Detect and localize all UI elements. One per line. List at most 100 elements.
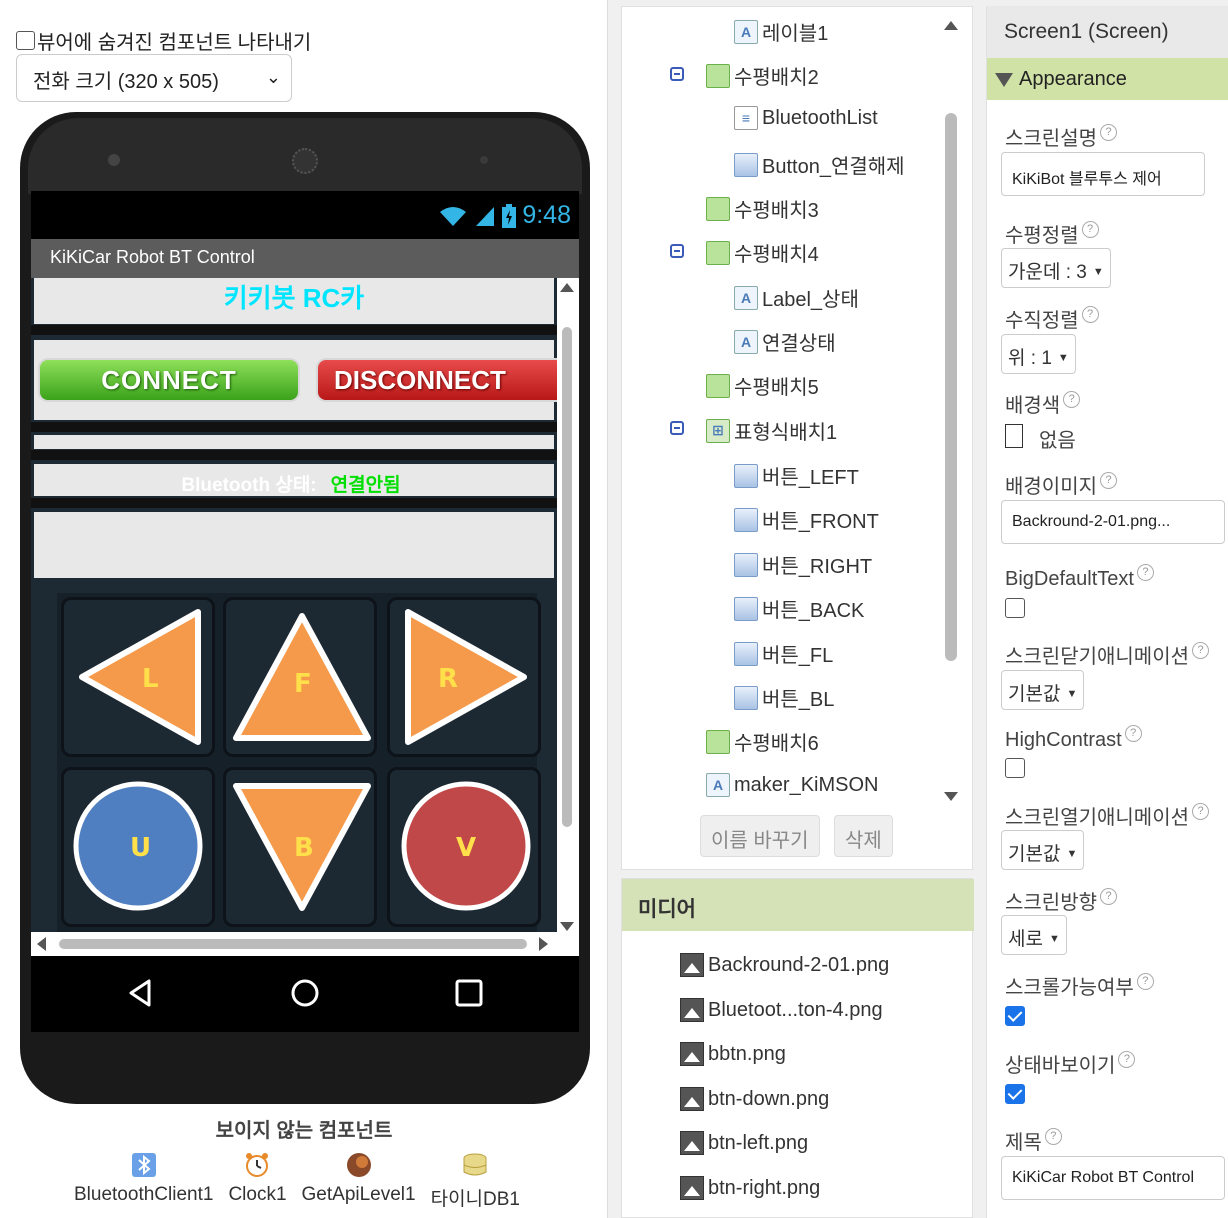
tree-item[interactable]: 버튼_FRONT — [734, 505, 879, 534]
tree-item[interactable]: 버튼_LEFT — [734, 461, 859, 490]
collapse-icon[interactable] — [670, 421, 684, 435]
tree-item[interactable]: 버튼_BL — [734, 683, 834, 712]
scroll-thumb[interactable] — [562, 327, 572, 827]
align-vertical-dropdown[interactable]: 위 : 1 ▼ — [1001, 334, 1076, 374]
tree-item[interactable]: A 레이블1 — [734, 17, 828, 46]
help-icon[interactable]: ? — [1063, 391, 1081, 408]
collapse-icon[interactable] — [670, 67, 684, 81]
v-button[interactable]: V — [387, 767, 541, 927]
tree-item[interactable]: 버튼_FL — [734, 639, 833, 668]
help-icon[interactable]: ? — [1081, 221, 1099, 238]
spacer-row — [34, 512, 554, 578]
tree-item[interactable]: 수평배치6 — [706, 727, 819, 756]
big-default-text-label: BigDefaultText? — [1005, 564, 1154, 591]
horizontal-scrollbar[interactable] — [31, 934, 579, 956]
tree-item[interactable]: Button_연결해제 — [734, 150, 905, 179]
tree-item[interactable]: ≡ BluetoothList — [734, 106, 878, 130]
right-button[interactable]: R — [387, 597, 541, 757]
scroll-down-icon[interactable] — [944, 792, 958, 801]
big-default-text-checkbox[interactable] — [1005, 598, 1025, 618]
close-animation-dropdown[interactable]: 기본값 ▼ — [1001, 670, 1085, 710]
left-button[interactable]: L — [61, 597, 215, 757]
nonvisible-component[interactable]: Clock1 — [228, 1152, 287, 1211]
help-icon[interactable]: ? — [1192, 803, 1209, 820]
api-level-icon — [346, 1153, 371, 1177]
help-icon[interactable]: ? — [1100, 888, 1117, 905]
show-status-bar-checkbox[interactable] — [1005, 1084, 1025, 1104]
help-icon[interactable]: ? — [1118, 1051, 1136, 1068]
back-button[interactable]: B — [223, 767, 377, 927]
scroll-up-icon[interactable] — [944, 21, 958, 30]
tree-item[interactable]: ⊞ 표형식배치1 — [706, 416, 837, 445]
scroll-thumb[interactable] — [945, 113, 957, 661]
bt-status-value: 연결안됨 — [330, 475, 401, 496]
tree-item[interactable]: A Label_상태 — [734, 283, 859, 312]
tree-item[interactable]: A 연결상태 — [734, 327, 836, 356]
tree-item[interactable]: Amaker_KiMSON — [706, 773, 878, 797]
help-icon[interactable]: ? — [1100, 472, 1117, 489]
collapse-icon[interactable] — [670, 244, 684, 258]
tree-item[interactable]: 수평배치2 — [706, 61, 819, 90]
tree-item[interactable]: 수평배치4 — [706, 238, 819, 267]
media-file-name: Bluetoot...ton-4.png — [708, 998, 883, 1021]
prop-label-text: 배경이미지 — [1005, 476, 1097, 498]
media-file[interactable]: btn-right.png — [680, 1176, 820, 1200]
tree-item[interactable]: 버튼_BACK — [734, 594, 864, 623]
disconnect-button[interactable]: DISCONNECT — [316, 358, 557, 402]
screen-orientation-dropdown[interactable]: 세로 ▼ — [1001, 915, 1067, 955]
u-button[interactable]: U — [61, 767, 215, 927]
help-icon[interactable]: ? — [1044, 1128, 1062, 1145]
prop-label-text: 스크린설명 — [1005, 128, 1097, 150]
background-image-label: 배경이미지? — [1005, 470, 1117, 499]
title-input[interactable]: KiKiCar Robot BT Control — [1001, 1156, 1225, 1200]
nonvisible-component[interactable]: GetApiLevel1 — [302, 1152, 416, 1211]
scroll-thumb[interactable] — [59, 939, 527, 949]
prop-label-text: 수직정렬 — [1005, 310, 1079, 332]
tree-item[interactable]: 수평배치5 — [706, 371, 819, 400]
tree-item[interactable]: 수평배치3 — [706, 194, 819, 223]
properties-panel: Screen1 (Screen) Appearance 스크린설명? KiKiB… — [986, 6, 1228, 1218]
scroll-down-icon[interactable] — [560, 922, 574, 931]
scroll-up-icon[interactable] — [560, 283, 574, 292]
scrollable-checkbox[interactable] — [1005, 1006, 1025, 1026]
front-button[interactable]: F — [223, 597, 377, 757]
back-nav-icon[interactable] — [127, 978, 153, 1008]
preview-size-select[interactable]: 전화 크기 (320 x 505) ⌄ — [16, 54, 292, 102]
app-title-bar: KiKiCar Robot BT Control — [31, 239, 579, 278]
nonvisible-component[interactable]: BluetoothClient1 — [74, 1152, 213, 1211]
media-file[interactable]: Bluetoot...ton-4.png — [680, 998, 883, 1022]
scroll-right-icon[interactable] — [539, 937, 548, 951]
recents-nav-icon[interactable] — [455, 978, 483, 1008]
connect-button[interactable]: CONNECT — [38, 358, 300, 402]
divider — [31, 325, 557, 335]
color-swatch[interactable] — [1005, 424, 1023, 448]
tree-scrollbar[interactable] — [944, 21, 960, 801]
media-file[interactable]: btn-left.png — [680, 1131, 808, 1155]
help-icon[interactable]: ? — [1136, 564, 1154, 581]
nonvisible-component[interactable]: 타이니DB1 — [431, 1152, 520, 1211]
background-image-input[interactable]: Backround-2-01.png... — [1001, 500, 1225, 544]
media-file[interactable]: bbtn.png — [680, 1042, 786, 1066]
media-file[interactable]: Backround-2-01.png — [680, 953, 889, 977]
prop-label-text: 상태바보이기 — [1005, 1055, 1116, 1077]
help-icon[interactable]: ? — [1100, 124, 1117, 141]
about-screen-input[interactable]: KiKiBot 블루투스 제어 — [1001, 152, 1205, 196]
tree-item[interactable]: 버튼_RIGHT — [734, 550, 872, 579]
high-contrast-checkbox[interactable] — [1005, 758, 1025, 778]
media-file[interactable]: btn-down.png — [680, 1087, 829, 1111]
appearance-section-toggle[interactable]: Appearance — [987, 58, 1228, 100]
align-horizontal-dropdown[interactable]: 가운데 : 3 ▼ — [1001, 248, 1111, 288]
delete-button[interactable]: 삭제 — [834, 815, 893, 857]
vertical-scrollbar[interactable] — [559, 283, 575, 931]
checkbox-box[interactable] — [16, 31, 35, 50]
scroll-left-icon[interactable] — [37, 937, 46, 951]
show-hidden-components-checkbox[interactable]: 뷰어에 숨겨진 컴포넌트 나타내기 — [16, 26, 311, 55]
help-icon[interactable]: ? — [1136, 973, 1154, 990]
home-nav-icon[interactable] — [290, 978, 320, 1008]
background-color-value[interactable]: 없음 — [1039, 424, 1076, 453]
help-icon[interactable]: ? — [1081, 306, 1099, 323]
help-icon[interactable]: ? — [1192, 642, 1209, 659]
help-icon[interactable]: ? — [1124, 725, 1142, 742]
open-animation-dropdown[interactable]: 기본값 ▼ — [1001, 830, 1085, 870]
rename-button[interactable]: 이름 바꾸기 — [700, 815, 820, 857]
